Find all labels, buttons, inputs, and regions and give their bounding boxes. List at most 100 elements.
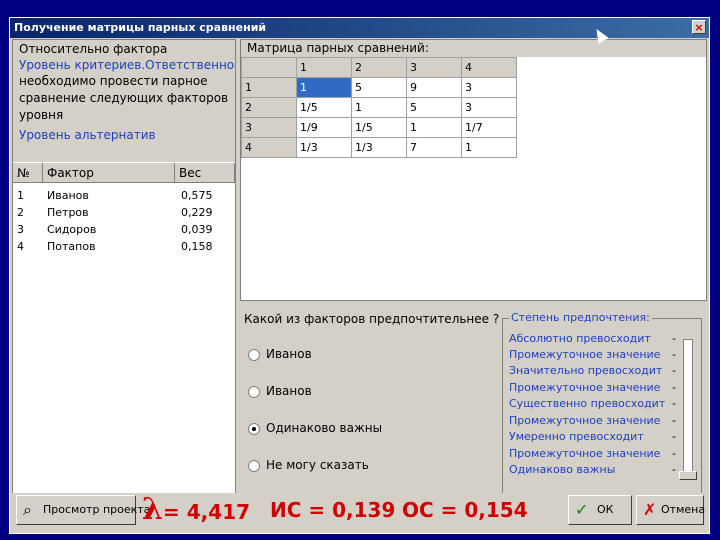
matrix-cell-selected[interactable]: 1 <box>296 77 352 98</box>
magnifier-icon: ⌕ <box>23 500 32 519</box>
matrix-row-header: 4 <box>241 137 297 158</box>
matrix-cell[interactable]: 5 <box>406 97 462 118</box>
preference-level[interactable]: Существенно превосходит - <box>509 396 679 412</box>
dialog-window: Получение матрицы парных сравнений × Отн… <box>9 17 710 534</box>
tick-mark: - <box>672 332 676 345</box>
preference-label: Промежуточное значение <box>509 381 661 394</box>
factor-name: Петров <box>47 206 89 219</box>
level-alternatives-link[interactable]: Уровень альтернатив <box>19 128 156 142</box>
tick-mark: - <box>672 348 676 361</box>
matrix-corner <box>241 57 297 78</box>
factor-row[interactable]: 3 Сидоров 0,039 <box>13 221 235 238</box>
matrix-col-header: 3 <box>406 57 462 78</box>
matrix-cell[interactable]: 5 <box>351 77 407 98</box>
preference-label: Одинаково важны <box>509 463 616 476</box>
tick-mark: - <box>672 364 676 377</box>
matrix-row-header: 1 <box>241 77 297 98</box>
factor-number: 3 <box>17 223 24 236</box>
preference-level[interactable]: Промежуточное значение - <box>509 380 679 396</box>
matrix-cell[interactable]: 7 <box>406 137 462 158</box>
instruction-line-2: сравнение следующих факторов <box>19 91 229 105</box>
preference-level[interactable]: Промежуточное значение - <box>509 347 679 363</box>
preference-slider-thumb[interactable] <box>679 471 697 480</box>
preference-level[interactable]: Промежуточное значение - <box>509 446 679 462</box>
instruction-line-3: уровня <box>19 108 64 122</box>
lambda-icon: λ <box>142 492 164 527</box>
close-button[interactable]: × <box>692 20 706 34</box>
preference-label: Абсолютно превосходит <box>509 332 651 345</box>
factor-name: Иванов <box>47 189 89 202</box>
factor-list[interactable]: № Фактор Вес 1 Иванов 0,575 2 Петров 0,2… <box>13 163 235 501</box>
tick-mark: - <box>672 414 676 427</box>
matrix-cell[interactable]: 1 <box>406 117 462 138</box>
cancel-button[interactable]: ✗ Отмена <box>636 495 705 525</box>
preference-label: Существенно превосходит <box>509 397 666 410</box>
matrix-cell[interactable]: 3 <box>461 77 517 98</box>
ok-button[interactable]: ✓ ОК <box>568 495 632 525</box>
view-project-button[interactable]: ⌕ Просмотр проекта <box>16 495 150 525</box>
preference-level[interactable]: Абсолютно превосходит - <box>509 331 679 347</box>
comparison-matrix[interactable]: 1 2 3 4 1 1 5 9 3 2 1/5 1 5 3 3 1/9 1/5 … <box>241 57 517 158</box>
factor-number: 1 <box>17 189 24 202</box>
matrix-row-header: 3 <box>241 117 297 138</box>
instruction-line-1: необходимо провести парное <box>19 74 208 88</box>
option-label: Иванов <box>266 384 312 398</box>
level-criteria-link[interactable]: Уровень критериев.Ответственность <box>19 58 235 72</box>
view-project-label: Просмотр проекта <box>43 503 151 516</box>
preference-level[interactable]: Промежуточное значение - <box>509 413 679 429</box>
checkmark-icon: ✓ <box>575 500 589 519</box>
factor-info: Относительно фактора Уровень критериев.О… <box>13 40 235 162</box>
left-panel: Относительно фактора Уровень критериев.О… <box>12 39 236 502</box>
lambda-metric: λ= 4,417 <box>142 495 251 525</box>
option-cannot-say[interactable]: Не могу сказать <box>248 457 369 473</box>
factor-weight: 0,158 <box>181 240 213 253</box>
preference-label: Промежуточное значение <box>509 447 661 460</box>
matrix-cell[interactable]: 1 <box>351 97 407 118</box>
radio-icon[interactable] <box>248 459 260 472</box>
col-header-number[interactable]: № <box>13 163 43 183</box>
matrix-label: Матрица парных сравнений: <box>241 40 706 57</box>
option-label: Не могу сказать <box>266 458 369 472</box>
matrix-cell[interactable]: 1 <box>461 137 517 158</box>
matrix-col-header: 2 <box>351 57 407 78</box>
matrix-cell[interactable]: 9 <box>406 77 462 98</box>
preference-group: Степень предпочтения: Абсолютно превосхо… <box>502 311 702 496</box>
matrix-cell[interactable]: 3 <box>461 97 517 118</box>
lambda-value: = 4,417 <box>163 500 251 524</box>
preference-level[interactable]: Одинаково важны - <box>509 462 679 478</box>
preference-label: Промежуточное значение <box>509 348 661 361</box>
col-header-weight[interactable]: Вес <box>175 163 235 183</box>
factor-row[interactable]: 4 Потапов 0,158 <box>13 238 235 255</box>
factor-number: 4 <box>17 240 24 253</box>
matrix-cell[interactable]: 1/7 <box>461 117 517 138</box>
matrix-cell[interactable]: 1/5 <box>296 97 352 118</box>
factor-list-header: № Фактор Вес <box>13 163 235 183</box>
matrix-cell[interactable]: 1/9 <box>296 117 352 138</box>
tick-mark: - <box>672 381 676 394</box>
preference-level[interactable]: Умеренно превосходит - <box>509 429 679 445</box>
preference-slider-track[interactable] <box>683 339 693 479</box>
preference-level[interactable]: Значительно превосходит - <box>509 363 679 379</box>
question-text: Какой из факторов предпочтительнее ? <box>244 312 500 326</box>
tick-mark: - <box>672 430 676 443</box>
radio-checked-icon[interactable] <box>248 422 260 435</box>
tick-mark: - <box>672 397 676 410</box>
preference-label: Значительно превосходит <box>509 364 663 377</box>
tick-mark: - <box>672 447 676 460</box>
matrix-cell[interactable]: 1/3 <box>351 137 407 158</box>
option-factor-b[interactable]: Иванов <box>248 383 312 399</box>
matrix-cell[interactable]: 1/3 <box>296 137 352 158</box>
radio-icon[interactable] <box>248 385 260 398</box>
option-equal[interactable]: Одинаково важны <box>248 420 382 436</box>
close-icon: × <box>694 21 704 34</box>
matrix-cell[interactable]: 1/5 <box>351 117 407 138</box>
option-factor-a[interactable]: Иванов <box>248 346 312 362</box>
factor-row[interactable]: 1 Иванов 0,575 <box>13 187 235 204</box>
preference-label: Промежуточное значение <box>509 414 661 427</box>
radio-icon[interactable] <box>248 348 260 361</box>
col-header-factor[interactable]: Фактор <box>43 163 175 183</box>
option-label: Одинаково важны <box>266 421 383 435</box>
matrix-row-header: 2 <box>241 97 297 118</box>
factor-row[interactable]: 2 Петров 0,229 <box>13 204 235 221</box>
consistency-ratio: ОС = 0,154 <box>402 498 528 522</box>
